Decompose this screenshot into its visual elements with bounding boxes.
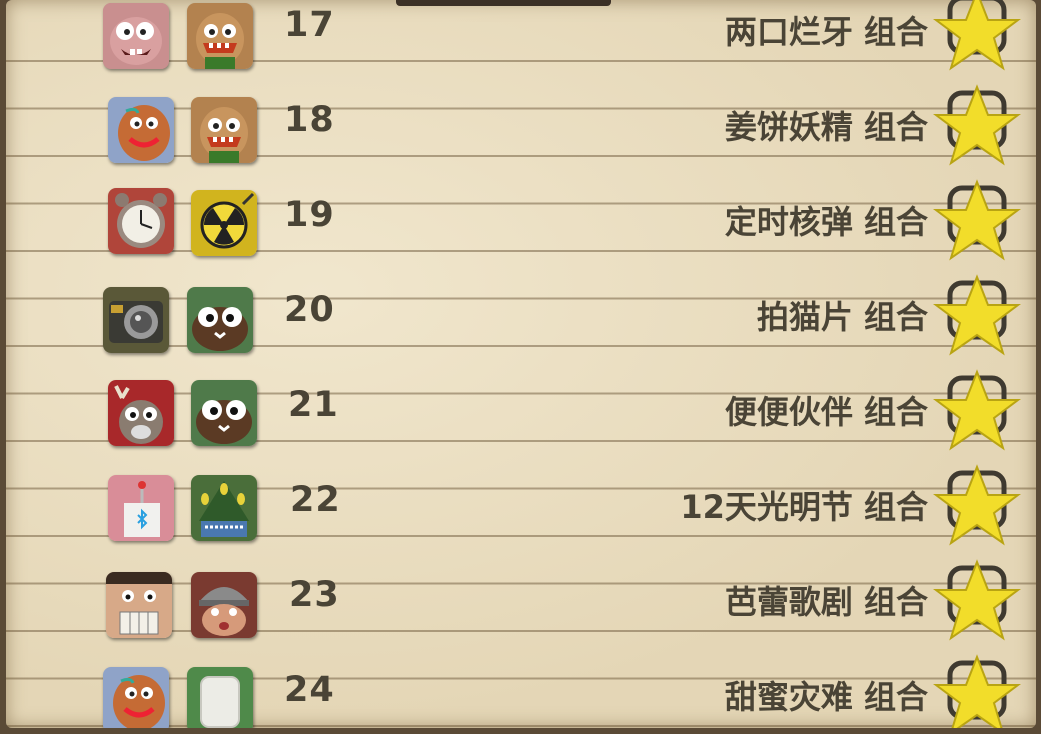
combo-label: 甜蜜灾难 组合 [724, 678, 928, 716]
combo-number: 22 [290, 480, 341, 520]
combo-row-21[interactable]: 21 便便伙伴 组合 [6, 368, 1036, 463]
gingerbread-icon [108, 97, 174, 163]
star-icon [932, 368, 1022, 454]
combo-row-18[interactable]: 18 姜饼妖精 组合 [6, 83, 1036, 178]
nuclear-bomb-icon [191, 190, 257, 256]
combo-number: 19 [284, 195, 335, 235]
gingerbread-icon [103, 667, 169, 728]
combo-number: 21 [288, 385, 339, 425]
star-icon [932, 0, 1022, 74]
combo-row-17[interactable]: 17 两口烂牙 组合 [6, 0, 1036, 83]
combo-label: 12天光明节 组合 [680, 488, 928, 526]
combo-label: 便便伙伴 组合 [724, 393, 928, 431]
combo-label: 定时核弹 组合 [724, 203, 928, 241]
star-icon [932, 273, 1022, 359]
combo-label: 姜饼妖精 组合 [724, 108, 928, 146]
robot-gift-icon [108, 475, 174, 541]
combo-row-19[interactable]: 19 定时核弹 组合 [6, 178, 1036, 273]
tree-monster-icon [191, 475, 257, 541]
combo-number: 17 [284, 5, 335, 45]
combo-label: 拍猫片 组合 [756, 298, 928, 336]
combo-number: 24 [284, 670, 335, 710]
marshmallow-icon [187, 667, 253, 728]
star-icon [932, 463, 1022, 549]
combo-label: 芭蕾歌剧 组合 [724, 583, 928, 621]
furry-critter-icon [187, 287, 253, 353]
combo-row-22[interactable]: 22 12天光明节 组合 [6, 463, 1036, 558]
combo-row-20[interactable]: 20 拍猫片 组合 [6, 273, 1036, 368]
furry-critter-icon [191, 380, 257, 446]
combo-label: 两口烂牙 组合 [724, 13, 928, 51]
combo-row-24[interactable]: 24 甜蜜灾难 组合 [6, 653, 1036, 728]
camera-icon [103, 287, 169, 353]
star-icon [932, 83, 1022, 169]
combo-number: 20 [284, 290, 335, 330]
star-icon [932, 558, 1022, 644]
nutcracker-icon [106, 572, 172, 638]
star-icon [932, 178, 1022, 264]
star-icon [932, 653, 1022, 728]
combo-list-panel: 17 两口烂牙 组合 18 姜饼妖精 组合 19 定时核弹 组合 20 拍猫片 … [6, 0, 1036, 728]
combo-number: 23 [289, 575, 340, 615]
reindeer-icon [108, 380, 174, 446]
viking-icon [191, 572, 257, 638]
combo-row-23[interactable]: 23 芭蕾歌剧 组合 [6, 558, 1036, 653]
goblin-icon [187, 3, 253, 69]
combo-number: 18 [284, 100, 335, 140]
pink-monster-icon [103, 3, 169, 69]
alarm-clock-icon [108, 188, 174, 254]
goblin-icon [191, 97, 257, 163]
